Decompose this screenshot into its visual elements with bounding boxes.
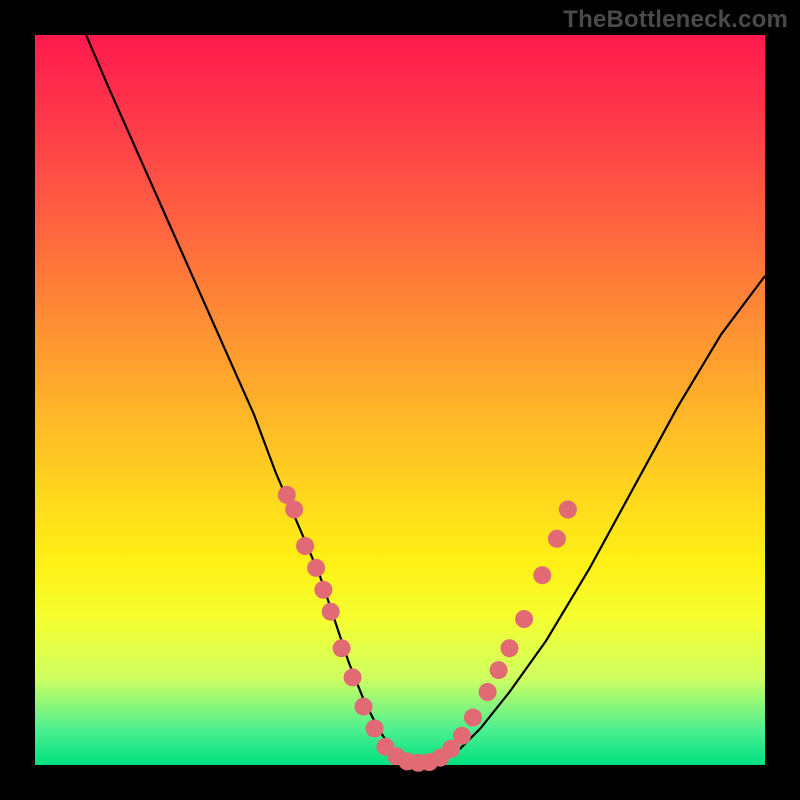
data-marker	[548, 530, 566, 548]
data-marker	[333, 639, 351, 657]
data-marker	[453, 727, 471, 745]
data-marker	[296, 537, 314, 555]
data-marker	[479, 683, 497, 701]
bottleneck-curve	[86, 35, 765, 765]
data-marker	[344, 668, 362, 686]
data-marker	[366, 720, 384, 738]
data-marker	[285, 501, 303, 519]
data-marker	[307, 559, 325, 577]
chart-svg	[35, 35, 765, 765]
data-marker	[515, 610, 533, 628]
chart-frame: TheBottleneck.com	[0, 0, 800, 800]
watermark-text: TheBottleneck.com	[563, 6, 788, 34]
data-marker	[464, 709, 482, 727]
data-marker	[314, 581, 332, 599]
data-marker	[533, 566, 551, 584]
data-marker	[322, 603, 340, 621]
data-marker	[501, 639, 519, 657]
marker-group	[278, 486, 577, 772]
data-marker	[490, 661, 508, 679]
plot-area	[35, 35, 765, 765]
data-marker	[559, 501, 577, 519]
data-marker	[355, 698, 373, 716]
